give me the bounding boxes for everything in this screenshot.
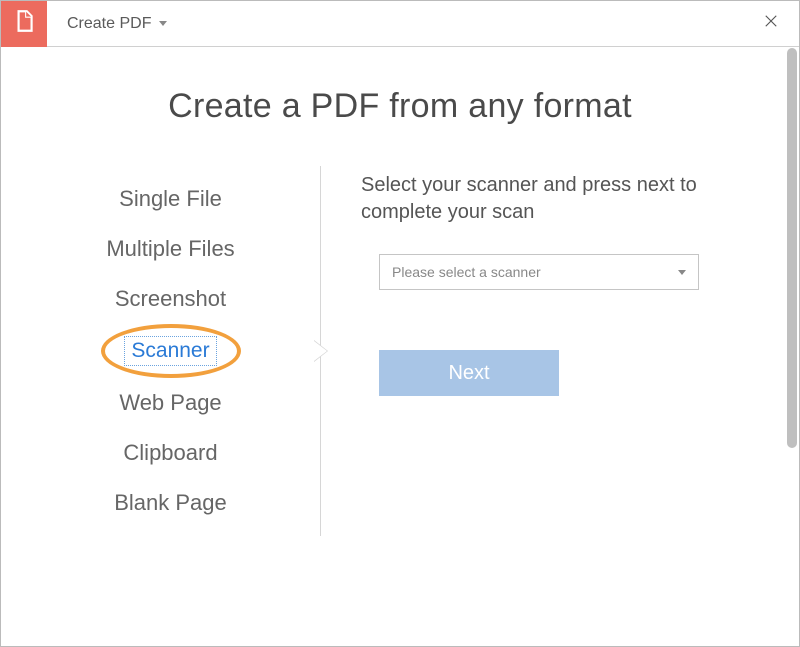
scanner-select[interactable]: Please select a scanner (379, 254, 699, 290)
sidebar-item-clipboard[interactable]: Clipboard (41, 428, 300, 478)
panel-instruction: Select your scanner and press next to co… (361, 172, 759, 226)
sidebar-item-label: Single File (119, 186, 222, 211)
sidebar-item-web-page[interactable]: Web Page (41, 378, 300, 428)
sidebar-item-label: Scanner (124, 336, 216, 366)
chevron-down-icon (678, 270, 686, 275)
chevron-down-icon (159, 21, 167, 26)
scanner-select-placeholder: Please select a scanner (392, 264, 678, 280)
sidebar-item-scanner[interactable]: Scanner (41, 324, 300, 378)
sidebar-item-label: Screenshot (115, 286, 226, 311)
sidebar-item-label: Clipboard (123, 440, 217, 465)
titlebar-dropdown[interactable]: Create PDF (67, 15, 167, 33)
pdf-file-icon (11, 8, 37, 39)
next-button[interactable]: Next (379, 350, 559, 396)
content-area: Create a PDF from any format Single File… (1, 47, 799, 646)
sidebar-item-multiple-files[interactable]: Multiple Files (41, 224, 300, 274)
right-panel: Select your scanner and press next to co… (321, 166, 759, 536)
next-button-label: Next (448, 362, 489, 385)
callout-pointer-icon (314, 340, 328, 362)
titlebar-label-text: Create PDF (67, 15, 151, 33)
sidebar-item-single-file[interactable]: Single File (41, 174, 300, 224)
sidebar-item-blank-page[interactable]: Blank Page (41, 478, 300, 528)
close-button[interactable] (759, 12, 783, 36)
source-list: Single File Multiple Files Screenshot Sc… (41, 166, 321, 536)
sidebar-item-screenshot[interactable]: Screenshot (41, 274, 300, 324)
titlebar: Create PDF (1, 1, 799, 47)
sidebar-item-label: Blank Page (114, 490, 227, 515)
sidebar-item-label: Multiple Files (106, 236, 234, 261)
app-icon-box (1, 1, 47, 47)
dialog-window: Create PDF Create a PDF from any format … (0, 0, 800, 647)
close-icon (762, 12, 780, 35)
body-row: Single File Multiple Files Screenshot Sc… (41, 166, 759, 536)
page-title: Create a PDF from any format (41, 87, 759, 126)
sidebar-item-label: Web Page (119, 390, 221, 415)
